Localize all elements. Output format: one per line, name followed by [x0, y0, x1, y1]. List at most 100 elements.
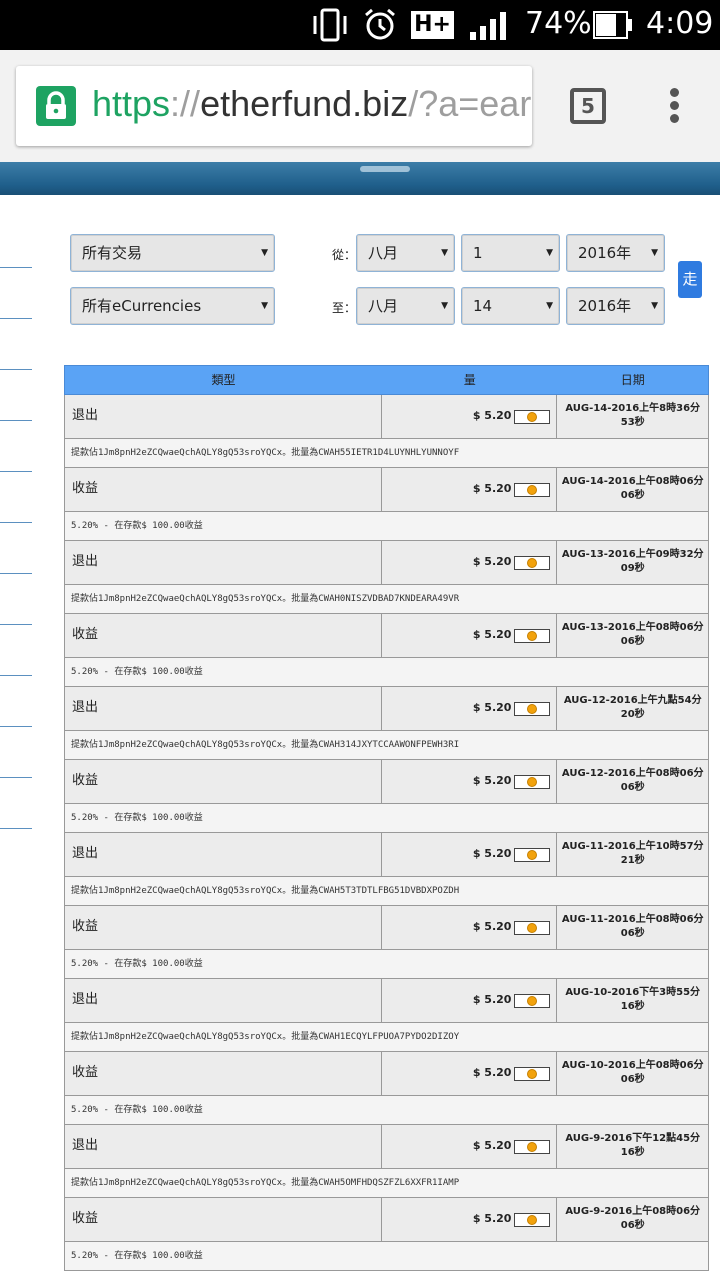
tab-switcher-button[interactable]: 5: [570, 88, 606, 124]
row-type: 收益: [65, 906, 383, 949]
currency-badge: [514, 483, 551, 497]
row-note: 5.20% - 在存款$ 100.00收益: [64, 512, 709, 541]
row-note: 5.20% - 在存款$ 100.00收益: [64, 804, 709, 833]
to-day-select[interactable]: 14 ▼: [461, 287, 560, 325]
network-type-icon: H+: [411, 11, 454, 39]
table-row: 退出 $ 5.20 AUG-13-2016上午09時32分09秒: [64, 541, 709, 585]
url-text[interactable]: https://etherfund.biz/?a=ear: [92, 83, 531, 125]
bitcoin-icon: [527, 1142, 538, 1152]
url-scheme: https: [92, 83, 171, 124]
row-amount: $ 5.20: [382, 468, 558, 511]
url-path: /?a=ear: [408, 83, 532, 124]
row-date: AUG-14-2016上午8時36分53秒: [565, 403, 701, 428]
to-month-value: 八月: [368, 297, 399, 315]
table-row: 收益 $ 5.20 AUG-13-2016上午08時06分06秒: [64, 614, 709, 658]
to-year-value: 2016年: [578, 297, 632, 315]
chevron-down-icon: ▼: [261, 301, 268, 311]
amount-value: $ 5.20: [472, 1139, 512, 1152]
sidebar-item[interactable]: [0, 381, 32, 421]
row-date: AUG-9-2016下午12點45分16秒: [565, 1133, 701, 1158]
currency-badge: [514, 1140, 551, 1154]
banner-image: [360, 166, 410, 172]
row-type: 退出: [65, 687, 383, 730]
sidebar-item[interactable]: [0, 738, 32, 778]
row-type: 收益: [65, 468, 383, 511]
row-note: 5.20% - 在存款$ 100.00收益: [64, 658, 709, 687]
row-amount: $ 5.20: [382, 687, 558, 730]
row-date: AUG-14-2016上午08時06分06秒: [561, 476, 704, 501]
currency-badge: [514, 1213, 551, 1227]
go-button[interactable]: 走: [678, 261, 702, 298]
amount-value: $ 5.20: [472, 628, 512, 641]
table-header: 類型 量 日期: [64, 365, 709, 395]
amount-value: $ 5.20: [472, 1066, 512, 1079]
to-year-select[interactable]: 2016年 ▼: [566, 287, 665, 325]
row-type: 收益: [65, 760, 383, 803]
currency-badge: [514, 629, 551, 643]
to-month-select[interactable]: 八月 ▼: [356, 287, 455, 325]
sidebar-item[interactable]: [0, 534, 32, 574]
table-row: 退出 $ 5.20 AUG-9-2016下午12點45分16秒: [64, 1125, 709, 1169]
currency-badge: [514, 921, 551, 935]
amount-value: $ 5.20: [472, 1212, 512, 1225]
amount-value: $ 5.20: [472, 920, 512, 933]
url-host: etherfund.biz: [200, 83, 409, 124]
amount-value: $ 5.20: [472, 701, 512, 714]
bitcoin-icon: [527, 631, 538, 641]
address-bar[interactable]: https://etherfund.biz/?a=ear: [16, 66, 532, 146]
sidebar-item[interactable]: [0, 228, 32, 268]
row-type: 收益: [65, 614, 383, 657]
row-date: AUG-12-2016上午九點54分20秒: [563, 695, 702, 720]
row-note: 提款佔1Jm8pnH2eZCQwaeQchAQLY8gQ53sroYQCx。批量…: [64, 877, 709, 906]
amount-value: $ 5.20: [472, 993, 512, 1006]
table-row: 收益 $ 5.20 AUG-14-2016上午08時06分06秒: [64, 468, 709, 512]
currency-badge: [514, 1067, 551, 1081]
amount-value: $ 5.20: [472, 555, 512, 568]
sidebar-item[interactable]: [0, 432, 32, 472]
vibrate-icon: [313, 8, 347, 42]
bitcoin-icon: [527, 485, 538, 495]
sidebar-item[interactable]: [0, 789, 32, 829]
table-row: 收益 $ 5.20 AUG-11-2016上午08時06分06秒: [64, 906, 709, 950]
from-year-select[interactable]: 2016年 ▼: [566, 234, 665, 272]
sidebar-item[interactable]: [0, 687, 32, 727]
currency-badge: [514, 702, 551, 716]
overflow-menu-icon[interactable]: [668, 88, 680, 124]
header-type: 類型: [211, 373, 236, 387]
chevron-down-icon: ▼: [441, 301, 448, 311]
from-day-value: 1: [473, 244, 483, 262]
url-separator: ://: [170, 83, 201, 124]
bitcoin-icon: [527, 996, 538, 1006]
bitcoin-icon: [527, 1069, 538, 1079]
from-day-select[interactable]: 1 ▼: [461, 234, 560, 272]
currency-badge: [514, 848, 551, 862]
row-amount: $ 5.20: [382, 1052, 558, 1095]
site-banner: [0, 162, 720, 195]
row-type: 退出: [65, 541, 383, 584]
currency-select[interactable]: 所有eCurrencies ▼: [70, 287, 275, 325]
row-amount: $ 5.20: [382, 1125, 558, 1168]
sidebar-item[interactable]: [0, 279, 32, 319]
row-date: AUG-10-2016下午3時55分16秒: [565, 987, 701, 1012]
lock-icon[interactable]: [36, 86, 76, 126]
sidebar-item[interactable]: [0, 636, 32, 676]
bitcoin-icon: [527, 412, 538, 422]
table-body: 退出 $ 5.20 AUG-14-2016上午8時36分53秒提款佔1Jm8pnH2…: [64, 395, 709, 1271]
currency-badge: [514, 775, 551, 789]
from-year-value: 2016年: [578, 244, 632, 262]
to-label: 至：: [332, 301, 357, 315]
alarm-icon: [365, 8, 396, 40]
sidebar-item[interactable]: [0, 483, 32, 523]
transaction-type-value: 所有交易: [82, 244, 143, 262]
header-date: 日期: [620, 373, 645, 387]
chevron-down-icon: ▼: [651, 301, 658, 311]
amount-value: $ 5.20: [472, 409, 512, 422]
sidebar-item[interactable]: [0, 585, 32, 625]
from-month-select[interactable]: 八月 ▼: [356, 234, 455, 272]
row-amount: $ 5.20: [382, 1198, 558, 1241]
row-note: 提款佔1Jm8pnH2eZCQwaeQchAQLY8gQ53sroYQCx。批量…: [64, 1023, 709, 1052]
transaction-type-select[interactable]: 所有交易 ▼: [70, 234, 275, 272]
header-amount: 量: [463, 373, 476, 387]
sidebar-item[interactable]: [0, 330, 32, 370]
row-note: 5.20% - 在存款$ 100.00收益: [64, 1242, 709, 1271]
